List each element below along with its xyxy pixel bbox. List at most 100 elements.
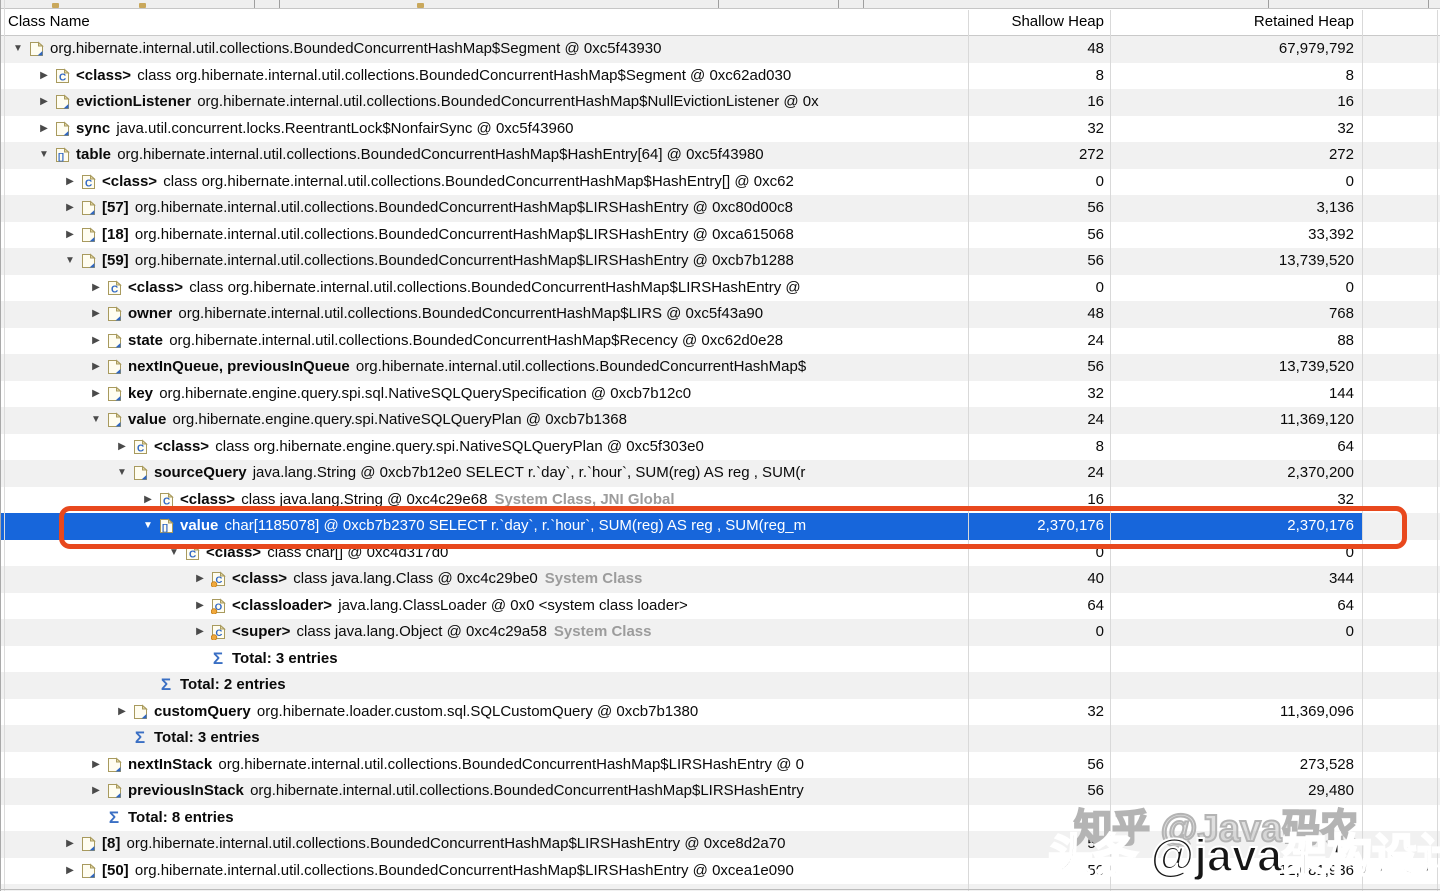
row-text: <class> class char[] @ 0xc4d317d0	[206, 540, 966, 567]
disclosure-open-icon[interactable]: ▼	[114, 460, 130, 487]
class-icon: C	[80, 169, 96, 196]
tree-row[interactable]: ▶ customQuery org.hibernate.loader.custom…	[0, 699, 1440, 726]
retained-heap-value: 13,739,520	[1278, 252, 1354, 269]
disclosure-closed-icon[interactable]: ▶	[192, 593, 208, 620]
tree-row[interactable]: ▶ previousInStack org.hibernate.internal.…	[0, 778, 1440, 805]
disclosure-closed-icon[interactable]: ▶	[62, 222, 78, 249]
row-text: <super> class java.lang.Object @ 0xc4c29…	[232, 619, 966, 646]
tree-row[interactable]: ▼ [] table org.hibernate.internal.util.col…	[0, 142, 1440, 169]
row-text: [18] org.hibernate.internal.util.collect…	[102, 222, 966, 249]
tree-row[interactable]: ▼ org.hibernate.internal.util.collections…	[0, 36, 1440, 63]
class-icon: C	[54, 63, 70, 90]
row-class-description: class java.lang.Object @ 0xc4c29a58	[296, 623, 547, 640]
tree-row[interactable]: ▶ C <class> class org.hibernate.engine.que…	[0, 434, 1440, 461]
disclosure-closed-icon[interactable]: ▶	[192, 619, 208, 646]
disclosure-closed-icon[interactable]: ▶	[62, 831, 78, 858]
retained-heap-value: 2,370,176	[1287, 517, 1354, 534]
row-label: [59]	[102, 252, 129, 269]
shallow-heap-value: 0	[1095, 278, 1104, 296]
tree-row[interactable]: ▶ [57] org.hibernate.internal.util.collec…	[0, 195, 1440, 222]
disclosure-closed-icon[interactable]: ▶	[88, 752, 104, 779]
disclosure-closed-icon[interactable]: ▶	[36, 116, 52, 143]
tree-row[interactable]: ▶ [18] org.hibernate.internal.util.collec…	[0, 222, 1440, 249]
tree-row[interactable]: ▶ owner org.hibernate.internal.util.colle…	[0, 301, 1440, 328]
tree-row[interactable]: ▶ sync java.util.concurrent.locks.Reentra…	[0, 116, 1440, 143]
tree-row[interactable]: ▼ sourceQuery java.lang.String @ 0xcb7b12…	[0, 460, 1440, 487]
svg-text:C: C	[59, 72, 66, 83]
disclosure-open-icon[interactable]: ▼	[166, 540, 182, 567]
tree-row[interactable]: ▶ state org.hibernate.internal.util.colle…	[0, 328, 1440, 355]
tree-row[interactable]: ▶ nextInQueue, previousInQueue org.hibern…	[0, 354, 1440, 381]
disclosure-closed-icon[interactable]: ▶	[88, 275, 104, 302]
shallow-heap-value: 0	[1095, 543, 1104, 561]
shallow-heap-value: 48	[1087, 305, 1104, 322]
disclosure-closed-icon[interactable]: ▶	[114, 434, 130, 461]
svg-text:[]: []	[162, 523, 168, 533]
disclosure-closed-icon[interactable]: ▶	[62, 195, 78, 222]
class-gcroot-icon: C	[210, 566, 226, 593]
row-text: [59] org.hibernate.internal.util.collect…	[102, 248, 966, 275]
row-text: Total: 3 entries	[154, 725, 966, 752]
tree-row[interactable]: Σ Total: 3 entries	[0, 646, 1440, 673]
retained-heap-value: 33,392	[1308, 225, 1354, 243]
tree-row[interactable]: ▶ C <super> class java.lang.Object @ 0xc4c…	[0, 619, 1440, 646]
row-class-description: java.lang.ClassLoader @ 0x0 <system clas…	[338, 596, 688, 614]
column-header-retained-heap[interactable]: Retained Heap	[1112, 9, 1354, 35]
row-label: <class>	[180, 490, 236, 508]
tree-row[interactable]: Σ Total: 8 entries	[0, 805, 1440, 832]
disclosure-open-icon[interactable]: ▼	[140, 513, 156, 540]
disclosure-open-icon[interactable]: ▼	[10, 36, 26, 63]
disclosure-closed-icon[interactable]: ▶	[114, 699, 130, 726]
disclosure-open-icon[interactable]: ▼	[88, 407, 104, 434]
disclosure-closed-icon[interactable]: ▶	[62, 169, 78, 196]
retained-heap-value: 0	[1345, 543, 1354, 561]
tree-row[interactable]: ▼ C <class> class char[] @ 0xc4d317d0 0 0	[0, 540, 1440, 567]
retained-heap-value: 12,081,936	[1278, 861, 1354, 879]
tree-row[interactable]: ▶ nextInStack org.hibernate.internal.util…	[0, 752, 1440, 779]
tree-row[interactable]: ▶ key org.hibernate.engine.query.spi.sql.…	[0, 381, 1440, 408]
retained-heap-value: 3,136	[1316, 199, 1354, 216]
row-class-description: java.lang.String @ 0xcb7b12e0 SELECT r.`…	[252, 464, 806, 481]
column-header-class-name[interactable]: Class Name	[8, 9, 90, 35]
tree-row[interactable]: ▶ C <class> class java.lang.Class @ 0xc4c2…	[0, 566, 1440, 593]
row-label: <class>	[76, 66, 132, 84]
tree-row[interactable]: ▶ C <class> class org.hibernate.internal.u…	[0, 169, 1440, 196]
shallow-heap-value: 32	[1087, 384, 1104, 402]
row-text: <class> class org.hibernate.internal.uti…	[76, 63, 966, 90]
tree-row[interactable]: ▶ C <class> class java.lang.String @ 0xc4c…	[0, 487, 1440, 514]
disclosure-closed-icon[interactable]: ▶	[88, 328, 104, 355]
disclosure-closed-icon[interactable]: ▶	[88, 381, 104, 408]
shallow-heap-value: 0	[1095, 623, 1104, 640]
object-icon	[106, 407, 122, 434]
row-text: nextInStack org.hibernate.internal.util.…	[128, 752, 966, 779]
disclosure-closed-icon[interactable]: ▶	[140, 487, 156, 514]
tree-row[interactable]: ▼ [] value char[1185078] @ 0xcb7b2370 SELE…	[0, 513, 1440, 540]
disclosure-closed-icon[interactable]: ▶	[88, 301, 104, 328]
tree-row[interactable]: ▶ evictionListener org.hibernate.internal…	[0, 89, 1440, 116]
tree-row[interactable]: ▼ [59] org.hibernate.internal.util.collec…	[0, 248, 1440, 275]
tree-row[interactable]: ▶ [8] org.hibernate.internal.util.collect…	[0, 831, 1440, 858]
disclosure-closed-icon[interactable]: ▶	[36, 63, 52, 90]
row-class-description: org.hibernate.internal.util.collections.…	[250, 782, 804, 799]
row-class-description: class org.hibernate.internal.util.collec…	[163, 172, 794, 190]
disclosure-closed-icon[interactable]: ▶	[36, 89, 52, 116]
tree-row[interactable]: ▶ C <class> class org.hibernate.internal.u…	[0, 275, 1440, 302]
disclosure-closed-icon[interactable]: ▶	[62, 858, 78, 885]
toolbar-divider	[254, 0, 255, 8]
tree-row[interactable]: ▶ C <class> class org.hibernate.internal.u…	[0, 63, 1440, 90]
row-label: [8]	[102, 835, 121, 852]
tree-row[interactable]: Σ Total: 2 entries	[0, 672, 1440, 699]
row-label: sync	[76, 119, 111, 137]
column-divider-class-name	[968, 10, 969, 891]
tree-row[interactable]: ▼ value org.hibernate.engine.query.spi.Na…	[0, 407, 1440, 434]
tree-row[interactable]: ▶ O <classloader> java.lang.ClassLoader @ …	[0, 593, 1440, 620]
column-header-shallow-heap[interactable]: Shallow Heap	[970, 9, 1104, 35]
tree-row[interactable]: Σ Total: 3 entries	[0, 725, 1440, 752]
disclosure-closed-icon[interactable]: ▶	[192, 566, 208, 593]
disclosure-open-icon[interactable]: ▼	[36, 142, 52, 169]
sum-icon: Σ	[134, 728, 146, 747]
tree-row[interactable]: ▶ [50] org.hibernate.internal.util.collec…	[0, 858, 1440, 885]
disclosure-closed-icon[interactable]: ▶	[88, 778, 104, 805]
disclosure-closed-icon[interactable]: ▶	[88, 354, 104, 381]
disclosure-open-icon[interactable]: ▼	[62, 248, 78, 275]
